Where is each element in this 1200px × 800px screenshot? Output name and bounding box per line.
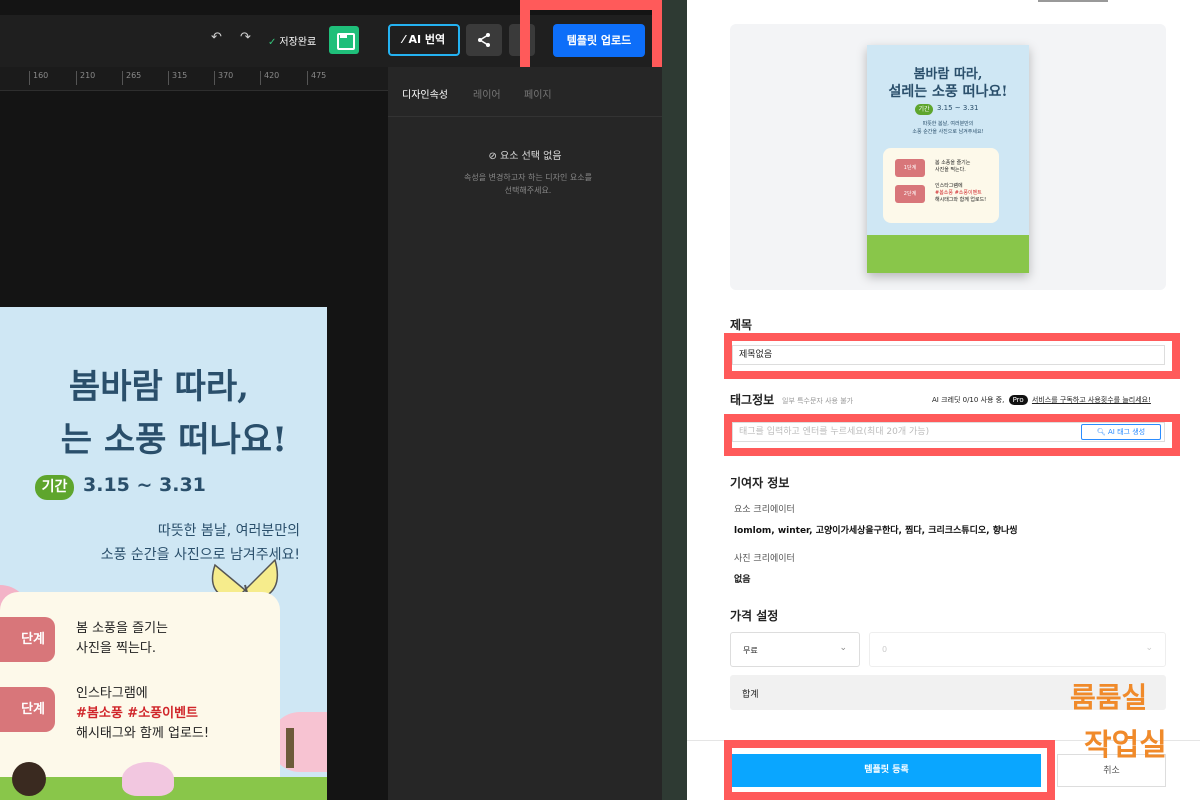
step-2-line3: 해시태그와 함께 업로드!	[76, 726, 210, 741]
ai-credit-info: AI 크레딧 0/10 사용 중, Pro 서비스를 구독하고 사용횟수를 늘리…	[932, 395, 1151, 405]
poster-title-line2[interactable]: 는 소풍 떠나요!	[0, 412, 327, 461]
thumb-desc: 따뜻한 봄날, 여러분만의소풍 순간을 사진으로 남겨주세요!	[867, 120, 1029, 136]
ruler-tick: 210	[76, 71, 95, 85]
no-selection-desc-line2: 선택해주세요.	[504, 186, 552, 195]
price-input[interactable]: 0 ⌄	[869, 632, 1166, 667]
step-1-text[interactable]: 봄 소풍을 즐기는사진을 찍는다.	[76, 619, 168, 659]
price-type-select[interactable]: 무료 ⌄	[730, 632, 860, 667]
thumb-step-1-line2: 사진을 찍는다.	[935, 167, 966, 173]
period-text[interactable]: 3.15 ~ 3.31	[83, 474, 206, 496]
thumb-step-2: 2단계	[895, 185, 925, 203]
price-label: 가격 설정	[730, 609, 779, 623]
ai-tag-button[interactable]: 🔍︎ AI 태그 생성	[1081, 424, 1161, 440]
register-template-button[interactable]: 템플릿 등록	[732, 754, 1041, 787]
ai-tag-button-label: AI 태그 생성	[1108, 428, 1146, 436]
thumb-period-badge: 기간	[915, 104, 933, 115]
ruler-tick: 475	[307, 71, 326, 85]
undo-icon[interactable]: ↶	[211, 30, 222, 45]
contributor-label: 기여자 정보	[730, 476, 790, 490]
step-1-line2: 사진을 찍는다.	[76, 641, 157, 656]
no-selection-label: 요소 선택 없음	[500, 151, 562, 162]
step-2-badge[interactable]: 단계	[0, 687, 55, 732]
credit-prefix: AI 크레딧 0/10 사용 중,	[932, 396, 1005, 404]
ruler-tick: 420	[260, 71, 279, 85]
photo-creator-label: 사진 크리에이터	[734, 554, 795, 564]
step-2-line1: 인스타그램에	[76, 686, 148, 701]
period-badge[interactable]: 기간	[35, 475, 74, 500]
design-editor: ↶ ↷ ✓저장완료 ⁄ AI 번역 템플릿 업로드 5 160 210 265 …	[0, 0, 662, 800]
poster-canvas[interactable]: 봄바람 따라, 는 소풍 떠나요! 기간 3.15 ~ 3.31 따뜻한 봄날,…	[0, 307, 327, 800]
step-2-text[interactable]: 인스타그램에 #봄소풍 #소풍이벤트해시태그와 함께 업로드!	[76, 684, 209, 744]
thumb-step-1-line1: 봄 소풍을 즐기는	[935, 160, 971, 166]
child-figure	[12, 762, 46, 796]
thumb-step-2-line3: 해시태그와 함께 업로드!	[935, 197, 987, 203]
no-selection-desc: 속성을 변경하고자 하는 디자인 요소를선택해주세요.	[448, 171, 608, 197]
template-preview: 봄바람 따라, 설레는 소풍 떠나요! 기간 3.15 ~ 3.31 따뜻한 봄…	[730, 24, 1166, 290]
divider	[1038, 0, 1108, 2]
no-selection-desc-line1: 속성을 변경하고자 하는 디자인 요소를	[464, 173, 592, 182]
background-gutter	[662, 0, 687, 800]
check-icon: ✓	[268, 37, 277, 48]
element-creators: lomlom, winter, 고양이가세상을구한다, 찜다, 크리크스튜디오,…	[734, 526, 1018, 536]
thumb-step-1: 1단계	[895, 159, 925, 177]
child-figure	[122, 762, 174, 796]
save-status: ✓ 저장완료	[268, 33, 316, 48]
ruler-tick: 370	[214, 71, 233, 85]
title-label: 제목	[730, 318, 753, 332]
thumb-step-1-text: 봄 소풍을 즐기는 사진을 찍는다.	[935, 160, 970, 174]
no-selection-icon: ⊘	[488, 151, 500, 162]
watermark-line2: 작업실	[1084, 728, 1167, 763]
thumb-desc-line2: 소풍 순간을 사진으로 남겨주세요!	[912, 129, 984, 135]
photo-creators: 없음	[734, 575, 751, 585]
ruler-tick: 265	[122, 71, 141, 85]
share-button[interactable]	[466, 24, 502, 56]
no-selection-title: ⊘ 요소 선택 없음	[388, 147, 662, 162]
horizontal-ruler: 5 160 210 265 315 370 420 475	[0, 67, 388, 91]
price-value: 0	[882, 645, 888, 654]
tab-pages[interactable]: 페이지	[524, 86, 552, 101]
step-1-line1: 봄 소풍을 즐기는	[76, 621, 168, 636]
thumb-title-line1: 봄바람 따라,	[913, 67, 983, 82]
step-2-tags: #봄소풍 #소풍이벤트	[76, 706, 198, 721]
poster-title-line1[interactable]: 봄바람 따라,	[0, 359, 327, 408]
tag-label: 태그정보	[730, 393, 775, 407]
ruler-tick: 315	[168, 71, 187, 85]
ruler-tick: 160	[29, 71, 48, 85]
properties-panel: 디자인속성 레이어 페이지 ⊘ 요소 선택 없음 속성을 변경하고자 하는 디자…	[388, 67, 662, 800]
subscribe-link[interactable]: 서비스를 구독하고 사용횟수를 늘리세요!	[1032, 396, 1151, 404]
tag-note: 일부 특수문자 사용 불가	[782, 397, 854, 405]
ai-translate-button[interactable]: ⁄ AI 번역	[388, 24, 460, 56]
thumb-title-line2: 설레는 소풍 떠나요!	[888, 84, 1008, 100]
upload-template-button[interactable]: 템플릿 업로드	[553, 24, 645, 57]
search-icon: 🔍︎	[1096, 428, 1109, 436]
step-1-badge[interactable]: 단계	[0, 617, 55, 662]
ai-translate-label: AI 번역	[408, 33, 446, 46]
tab-layers[interactable]: 레이어	[473, 86, 501, 101]
thumb-step-2-tags: #봄소풍 #소풍이벤트	[935, 190, 982, 196]
watermark-line1: 룸룸실	[1070, 681, 1148, 714]
thumb-grass	[867, 235, 1029, 273]
save-status-label: 저장완료	[279, 37, 317, 48]
title-input[interactable]: 제목없음	[732, 345, 1165, 365]
thumb-period: 3.15 ~ 3.31	[937, 104, 979, 112]
poster-desc-line1: 따뜻한 봄날, 여러분만의	[157, 523, 300, 539]
thumb-step-2-text: 인스타그램에 #봄소풍 #소풍이벤트 해시태그와 함께 업로드!	[935, 183, 986, 204]
tab-design-props[interactable]: 디자인속성	[402, 86, 448, 101]
chevron-down-icon: ⌄	[1145, 643, 1153, 653]
thumb-step-2-line1: 인스타그램에	[935, 183, 963, 189]
share-icon	[478, 33, 490, 47]
pro-badge: Pro	[1008, 395, 1028, 405]
template-thumbnail: 봄바람 따라, 설레는 소풍 떠나요! 기간 3.15 ~ 3.31 따뜻한 봄…	[867, 45, 1029, 273]
thumb-desc-line1: 따뜻한 봄날, 여러분만의	[922, 121, 974, 127]
total-label: 합계	[742, 690, 759, 700]
price-type-value: 무료	[743, 646, 758, 655]
redo-icon[interactable]: ↷	[240, 30, 251, 45]
properties-tabs: 디자인속성 레이어 페이지	[388, 67, 662, 117]
save-button[interactable]	[329, 26, 359, 54]
chevron-down-icon: ⌄	[839, 643, 847, 653]
tree-branch	[286, 728, 294, 768]
element-creator-label: 요소 크리에이터	[734, 505, 795, 515]
watermark-logo: 룸룸실 작업실	[1066, 676, 1170, 776]
